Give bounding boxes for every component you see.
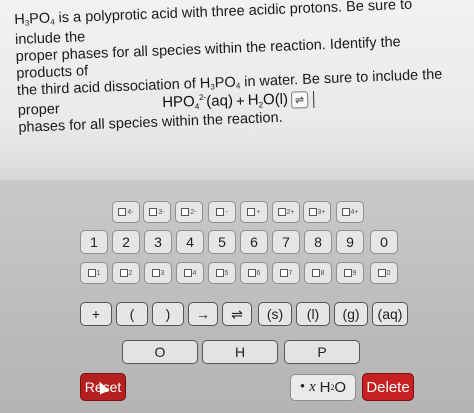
operator-key[interactable]: (g) (334, 302, 368, 326)
subscript-key[interactable]: 3 (144, 262, 172, 284)
subscript-key[interactable]: 8 (304, 262, 332, 284)
box-placeholder-icon (183, 269, 192, 277)
charge-key[interactable]: + (240, 201, 268, 223)
box-placeholder-icon (151, 269, 160, 277)
box-placeholder-icon (343, 269, 352, 277)
operator-key[interactable]: ( (116, 302, 148, 326)
subscript-label: 6 (256, 269, 261, 277)
box-placeholder-icon (247, 208, 256, 216)
plus-sign: + (235, 92, 245, 110)
operator-key[interactable]: ) (152, 302, 184, 326)
operator-key[interactable]: (l) (296, 302, 330, 326)
box-placeholder-icon (377, 269, 386, 277)
box-placeholder-icon (149, 208, 158, 216)
subscript-key[interactable]: 6 (240, 262, 268, 284)
element-key[interactable]: P (284, 340, 360, 364)
subscript-key[interactable]: 1 (80, 262, 108, 284)
charge-label: 3+ (317, 208, 326, 216)
subscript-key[interactable]: 7 (272, 262, 300, 284)
digit-key[interactable]: 8 (304, 230, 332, 254)
subscript-label: 4 (192, 269, 197, 277)
subscript-label: 3 (160, 269, 165, 277)
digit-key[interactable]: 3 (144, 230, 172, 254)
charge-label: 3- (158, 208, 165, 216)
subscript-key[interactable]: 4 (176, 262, 204, 284)
charge-label: 4- (127, 208, 134, 216)
box-placeholder-icon (311, 269, 320, 277)
digit-key[interactable]: 4 (176, 230, 204, 254)
subscript-label: 5 (224, 269, 229, 277)
operator-key[interactable]: ⇌ (222, 302, 252, 326)
reactant-water: H2O(l) (247, 90, 289, 110)
question-panel: H3PO4 is a polyprotic acid with three ac… (0, 0, 474, 180)
subscript-key[interactable]: 5 (208, 262, 236, 284)
charge-label: - (225, 208, 228, 216)
equilibrium-arrow[interactable]: ⇌ (290, 90, 309, 109)
box-placeholder-icon (341, 208, 350, 216)
subscript-label: 2 (128, 269, 133, 277)
charge-label: + (256, 208, 261, 216)
charge-label: 2+ (286, 208, 295, 216)
box-placeholder-icon (215, 269, 224, 277)
subscript-label: 8 (320, 269, 325, 277)
charge-key[interactable]: 3+ (303, 201, 331, 223)
box-placeholder-icon (181, 208, 190, 216)
question-text: H3PO4 is a polyprotic acid with three ac… (14, 0, 458, 137)
box-placeholder-icon (118, 208, 127, 216)
digit-key[interactable]: 5 (208, 230, 236, 254)
box-placeholder-icon (247, 269, 256, 277)
water-template-button[interactable]: • x H2O (290, 374, 356, 401)
subscript-label: 7 (288, 269, 293, 277)
box-placeholder-icon (277, 208, 286, 216)
digit-key[interactable]: 7 (272, 230, 300, 254)
charge-key[interactable]: 2+ (272, 201, 300, 223)
box-placeholder-icon (308, 208, 317, 216)
charge-key[interactable]: 3- (143, 201, 171, 223)
subscript-key[interactable]: 2 (112, 262, 140, 284)
digit-key[interactable]: 6 (240, 230, 268, 254)
charge-label: 4+ (350, 208, 359, 216)
operator-key[interactable]: (aq) (372, 302, 408, 326)
subscript-label: 9 (352, 269, 357, 277)
subscript-label: 1 (96, 269, 101, 277)
digit-key[interactable]: 9 (336, 230, 364, 254)
delete-button[interactable]: Delete (362, 373, 414, 401)
element-key[interactable]: O (122, 340, 198, 364)
charge-key[interactable]: 2- (175, 201, 203, 223)
operator-key[interactable]: (s) (258, 302, 292, 326)
element-key[interactable]: H (202, 340, 278, 364)
charge-key[interactable]: 4+ (336, 201, 364, 223)
box-placeholder-icon (279, 269, 288, 277)
digit-key[interactable]: 0 (370, 230, 398, 254)
charge-key[interactable]: 4- (112, 201, 140, 223)
box-placeholder-icon (216, 208, 225, 216)
operator-key[interactable]: → (188, 302, 218, 326)
box-placeholder-icon (119, 269, 128, 277)
box-placeholder-icon (87, 269, 96, 277)
charge-key[interactable]: - (208, 201, 236, 223)
subscript-key[interactable]: 9 (336, 262, 364, 284)
operator-key[interactable]: + (80, 302, 112, 326)
reactant-hpo4: HPO42-(aq) (162, 92, 234, 112)
digit-key[interactable]: 1 (80, 230, 108, 254)
subscript-label: 0 (386, 269, 391, 277)
charge-label: 2- (190, 208, 197, 216)
subscript-key[interactable]: 0 (370, 262, 398, 284)
digit-key[interactable]: 2 (112, 230, 140, 254)
